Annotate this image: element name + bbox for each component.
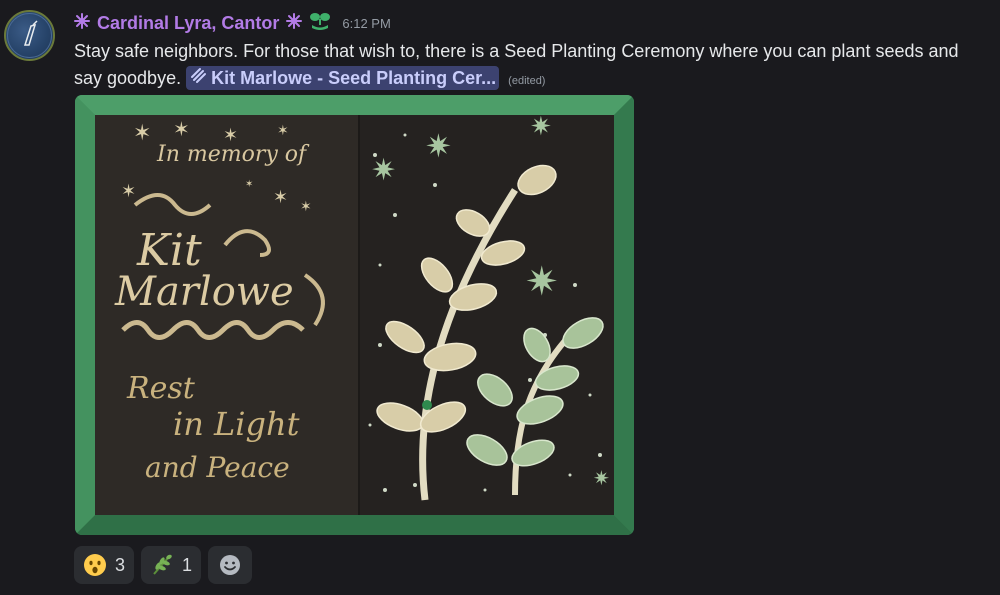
svg-text:✶: ✶ [300,199,312,215]
rest-line-2: in Light [173,405,300,443]
reaction-count: 3 [115,554,126,575]
svg-text:✷: ✷ [525,259,559,305]
image-attachment[interactable]: ✶ ✶ ✶ ✶ ✶ ✶ ✶ ✶ In memory of Kit Marlowe… [75,95,634,535]
reaction-count: 1 [182,554,193,575]
svg-text:✶: ✶ [273,187,288,208]
svg-text:✷: ✷ [425,127,452,165]
svg-text:✶: ✶ [277,123,289,139]
username[interactable]: Cardinal Lyra, Cantor [97,13,279,34]
memory-heading: In memory of [156,142,310,167]
message-header: Cardinal Lyra, Cantor 6:12 PM [74,9,391,37]
message-content: Stay safe neighbors. For those that wish… [74,38,984,95]
reaction-hushed-face[interactable]: 3 [74,546,135,584]
svg-text:✶: ✶ [133,121,151,146]
timestamp: 6:12 PM [342,15,391,31]
svg-text:✷: ✷ [593,466,610,490]
reactions-bar: 3 1 [74,546,253,584]
avatar[interactable] [4,10,55,61]
reaction-herb[interactable]: 1 [141,546,202,584]
svg-text:✶: ✶ [121,181,136,202]
name-line-2: Marlowe [114,269,294,315]
svg-text:✶: ✶ [173,117,190,141]
rest-line-3: and Peace [145,451,290,484]
sparkle-icon [74,12,90,34]
add-reaction-button[interactable] [208,546,253,584]
smiley-icon [218,553,242,577]
channel-link[interactable]: Kit Marlowe - Seed Planting Cer... [186,66,500,90]
thread-icon [189,66,207,90]
svg-text:✶: ✶ [245,179,253,190]
channel-link-label: Kit Marlowe - Seed Planting Cer... [211,68,497,88]
sparkle-icon [286,12,303,34]
seedling-role-icon[interactable] [309,10,331,37]
herb-icon [150,553,174,577]
svg-text:✷: ✷ [530,112,552,142]
hushed-face-icon [83,553,107,577]
edited-label: (edited) [508,75,546,87]
rest-line-1: Rest [126,371,196,406]
svg-text:✷: ✷ [371,153,396,188]
